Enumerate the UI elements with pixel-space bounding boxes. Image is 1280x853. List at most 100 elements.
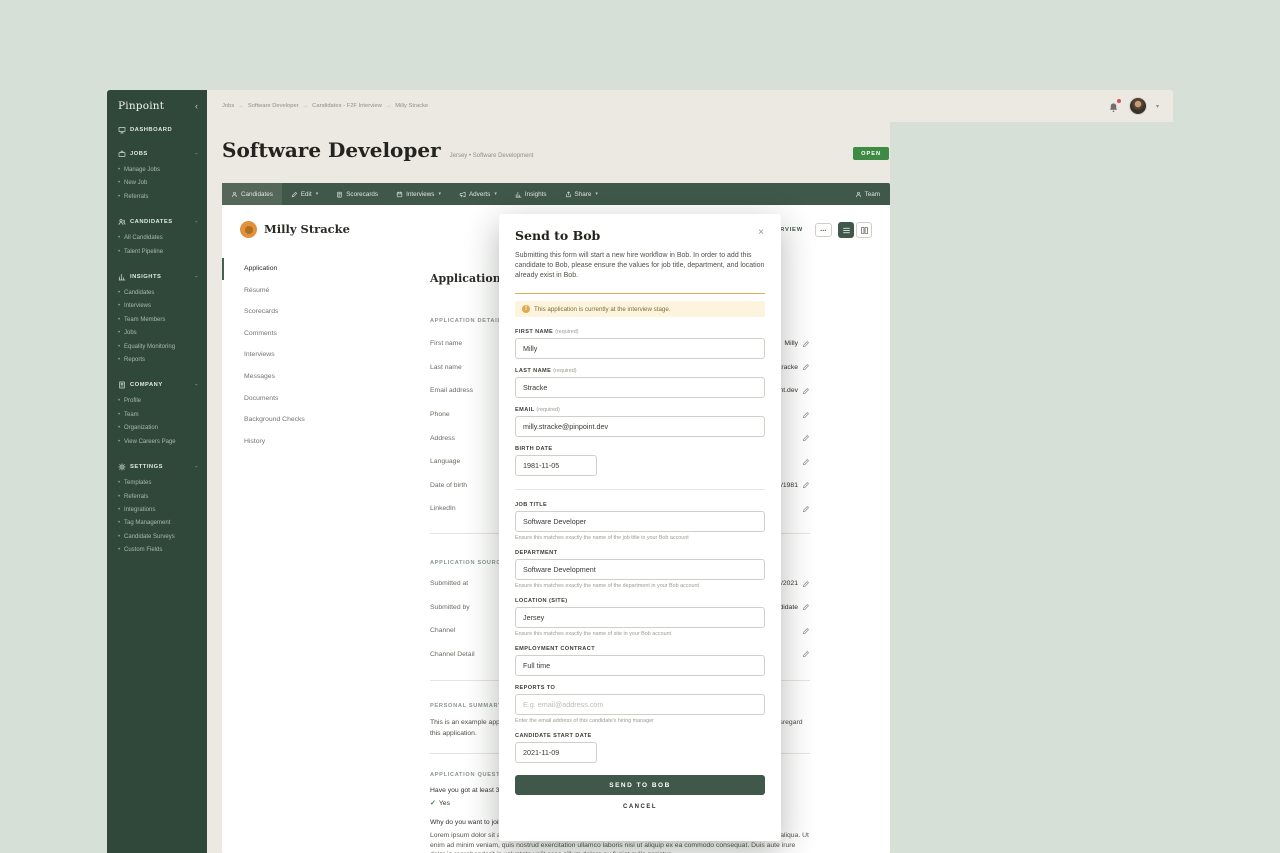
tab-team[interactable]: Team (846, 183, 890, 205)
subnav-item-application[interactable]: Application (222, 258, 382, 280)
subnav-item-messages[interactable]: Messages (222, 366, 382, 388)
subnav-item-scorecards[interactable]: Scorecards (222, 301, 382, 323)
subnav-item-interviews[interactable]: Interviews (222, 344, 382, 366)
location-site-input[interactable] (515, 607, 765, 628)
edit-pencil-icon[interactable] (802, 387, 810, 395)
list-view-toggle[interactable] (838, 222, 854, 238)
edit-pencil-icon[interactable] (802, 580, 810, 588)
form-field-department: DEPARTMENT Ensure this matches exactly t… (515, 550, 765, 589)
field-label: EMAIL (515, 407, 534, 413)
reports-to-input[interactable] (515, 694, 765, 715)
collapse-sidebar-icon[interactable]: ‹ (195, 102, 198, 111)
sidebar-item-manage-jobs[interactable]: Manage Jobs (107, 164, 207, 177)
sidebar: Pinpoint ‹ DASHBOARD JOBS - Manage Jobs … (107, 90, 207, 853)
edit-pencil-icon[interactable] (802, 458, 810, 466)
sidebar-item-company[interactable]: COMPANY - (107, 379, 207, 391)
breadcrumb-separator-icon: → (238, 103, 244, 109)
breadcrumb-job[interactable]: Software Developer (248, 103, 299, 109)
birth-date-input[interactable] (515, 455, 597, 476)
edit-pencil-icon[interactable] (802, 481, 810, 489)
sidebar-item-settings-referrals[interactable]: Referrals (107, 491, 207, 504)
subnav-item-comments[interactable]: Comments (222, 323, 382, 345)
sidebar-item-new-job[interactable]: New Job (107, 177, 207, 190)
sidebar-item-candidate-surveys[interactable]: Candidate Surveys (107, 531, 207, 544)
field-label: Phone (430, 411, 450, 418)
person-icon (231, 191, 238, 198)
department-input[interactable] (515, 559, 765, 580)
chevron-down-icon: ▾ (438, 191, 441, 197)
first-name-input[interactable] (515, 338, 765, 359)
sidebar-item-team-members[interactable]: Team Members (107, 314, 207, 327)
board-view-toggle[interactable] (856, 222, 872, 238)
tab-edit[interactable]: Edit ▾ (282, 183, 327, 205)
more-actions-button[interactable]: ••• (815, 223, 832, 237)
sidebar-item-tag-management[interactable]: Tag Management (107, 517, 207, 530)
sidebar-item-insights-candidates[interactable]: Candidates (107, 287, 207, 300)
sidebar-item-jobs[interactable]: JOBS - (107, 148, 207, 160)
close-icon[interactable]: × (755, 226, 767, 238)
user-avatar[interactable] (1129, 97, 1147, 115)
sidebar-item-integrations[interactable]: Integrations (107, 504, 207, 517)
sidebar-item-team[interactable]: Team (107, 409, 207, 422)
edit-pencil-icon[interactable] (802, 505, 810, 513)
subnav-item-history[interactable]: History (222, 431, 382, 453)
subnav-item-documents[interactable]: Documents (222, 388, 382, 410)
edit-pencil-icon[interactable] (802, 363, 810, 371)
tab-interviews[interactable]: Interviews ▾ (387, 183, 450, 205)
edit-pencil-icon[interactable] (802, 627, 810, 635)
field-label: CANDIDATE START DATE (515, 733, 592, 739)
warning-icon: ! (522, 305, 530, 313)
breadcrumb-candidate[interactable]: Milly Stracke (395, 103, 428, 109)
tab-candidates[interactable]: Candidates (222, 183, 282, 205)
notifications-bell-icon[interactable] (1108, 100, 1120, 112)
sidebar-section-label: DASHBOARD (130, 127, 172, 133)
edit-pencil-icon[interactable] (802, 650, 810, 658)
sidebar-item-settings[interactable]: SETTINGS - (107, 461, 207, 473)
tab-scorecards[interactable]: Scorecards (327, 183, 387, 205)
required-hint: (required) (555, 329, 578, 335)
collapse-section-icon[interactable]: - (195, 464, 198, 471)
sidebar-item-view-careers-page[interactable]: View Careers Page (107, 436, 207, 449)
sidebar-item-all-candidates[interactable]: All Candidates (107, 232, 207, 245)
sidebar-item-candidates[interactable]: CANDIDATES - (107, 216, 207, 228)
chevron-down-icon[interactable]: ▾ (1156, 103, 1159, 110)
edit-pencil-icon[interactable] (802, 340, 810, 348)
breadcrumb-stage[interactable]: Candidates - F2F Interview (312, 103, 382, 109)
sidebar-item-insights[interactable]: INSIGHTS - (107, 271, 207, 283)
sidebar-item-reports[interactable]: Reports (107, 354, 207, 367)
tab-adverts[interactable]: Adverts ▾ (450, 183, 506, 205)
collapse-section-icon[interactable]: - (195, 219, 198, 226)
last-name-input[interactable] (515, 377, 765, 398)
collapse-section-icon[interactable]: - (195, 151, 198, 158)
sidebar-item-equality-monitoring[interactable]: Equality Monitoring (107, 341, 207, 354)
subnav-item-background-checks[interactable]: Background Checks (222, 409, 382, 431)
employment-contract-input[interactable] (515, 655, 765, 676)
sidebar-item-custom-fields[interactable]: Custom Fields (107, 544, 207, 557)
breadcrumb-jobs[interactable]: Jobs (222, 103, 234, 109)
cancel-button[interactable]: CANCEL (515, 804, 765, 810)
edit-pencil-icon[interactable] (802, 603, 810, 611)
form-field-first-name: FIRST NAME(required) (515, 329, 765, 359)
tab-insights[interactable]: Insights (506, 183, 556, 205)
sidebar-item-dashboard[interactable]: DASHBOARD (107, 124, 207, 136)
edit-pencil-icon[interactable] (802, 411, 810, 419)
collapse-section-icon[interactable]: - (195, 382, 198, 389)
email-input[interactable] (515, 416, 765, 437)
edit-pencil-icon[interactable] (802, 434, 810, 442)
sidebar-item-profile[interactable]: Profile (107, 395, 207, 408)
candidate-start-date-input[interactable] (515, 742, 597, 763)
sidebar-item-templates[interactable]: Templates (107, 477, 207, 490)
sidebar-section-candidates: CANDIDATES - All Candidates Talent Pipel… (107, 216, 207, 259)
sidebar-item-talent-pipeline[interactable]: Talent Pipeline (107, 246, 207, 259)
sidebar-item-insights-jobs[interactable]: Jobs (107, 327, 207, 340)
subnav-item-resume[interactable]: Résumé (222, 280, 382, 302)
sidebar-item-insights-interviews[interactable]: Interviews (107, 300, 207, 313)
tab-share[interactable]: Share ▾ (556, 183, 607, 205)
job-title-input[interactable] (515, 511, 765, 532)
collapse-section-icon[interactable]: - (195, 274, 198, 281)
modal-description: Submitting this form will start a new hi… (515, 251, 765, 281)
sidebar-item-referrals[interactable]: Referrals (107, 191, 207, 204)
divider (515, 293, 765, 294)
sidebar-item-organization[interactable]: Organization (107, 422, 207, 435)
send-to-bob-button[interactable]: SEND TO BOB (515, 775, 765, 795)
